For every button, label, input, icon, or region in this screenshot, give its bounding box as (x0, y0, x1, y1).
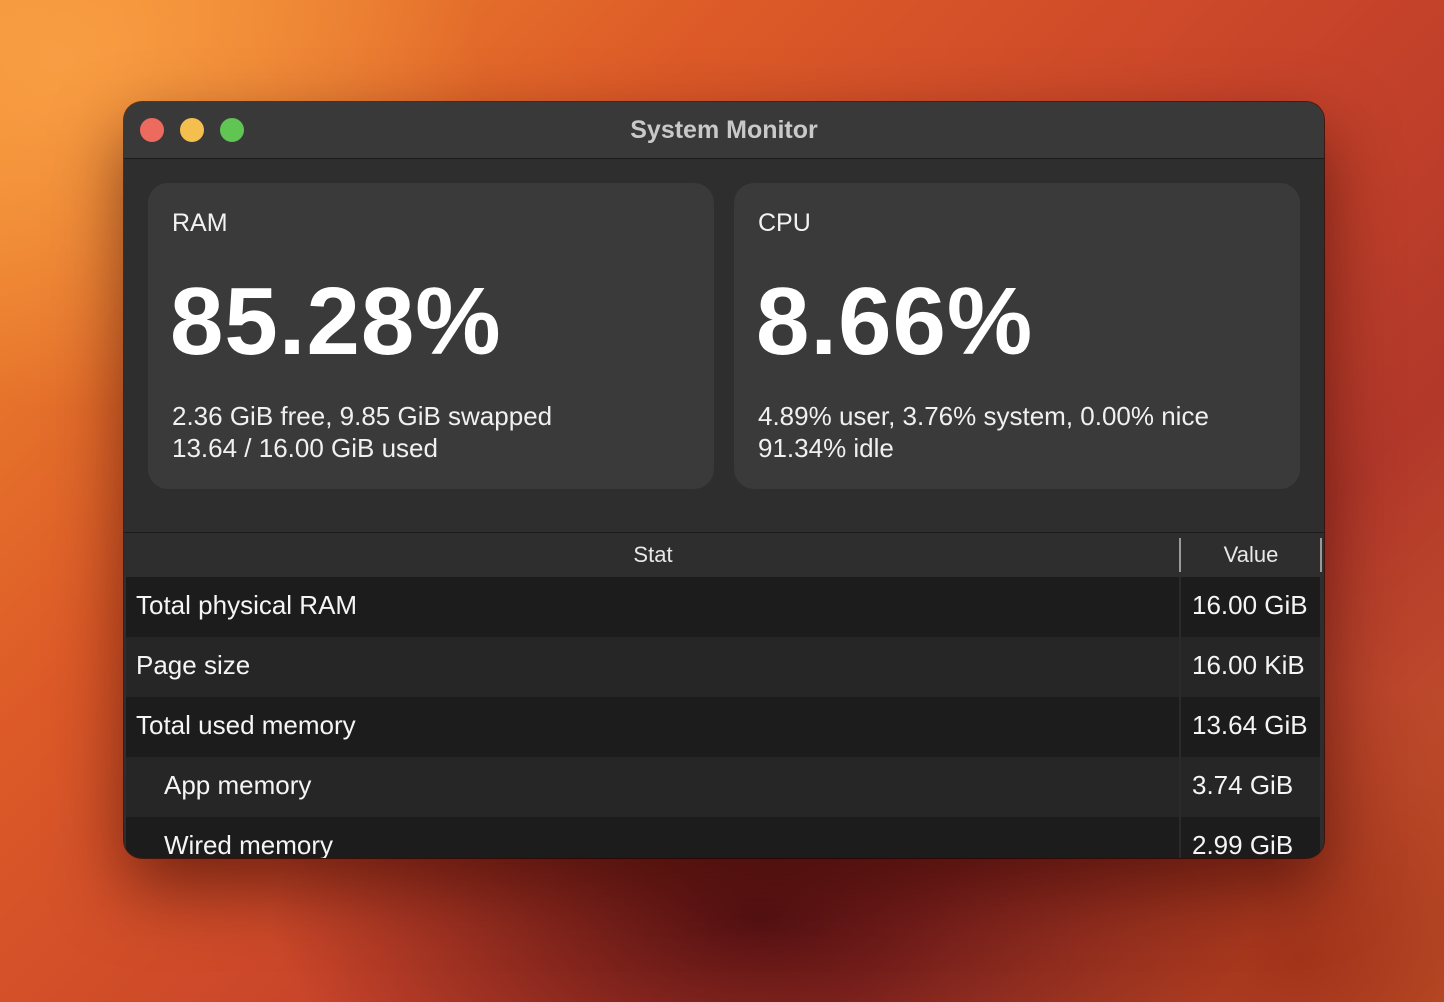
stat-value: 13.64 GiB (1192, 710, 1308, 740)
stat-name: App memory (164, 770, 312, 800)
cpu-label: CPU (758, 209, 811, 237)
system-monitor-window: System Monitor RAM 85.28% 2.36 GiB free,… (124, 102, 1324, 858)
ram-used: 13.64 / 16.00 GiB used (172, 433, 438, 463)
ram-free-swapped: 2.36 GiB free, 9.85 GiB swapped (172, 401, 553, 431)
stats-table[interactable]: Stat Value Total physical RAM 16.00 GiB … (126, 533, 1322, 858)
stat-value: 16.00 KiB (1192, 650, 1305, 680)
cpu-card: CPU 8.66% 4.89% user, 3.76% system, 0.00… (734, 183, 1300, 489)
stat-name: Total physical RAM (136, 590, 358, 620)
column-resize-handle[interactable] (1179, 538, 1181, 572)
cpu-percent: 8.66% (756, 268, 1034, 375)
column-header-stat[interactable]: Stat (126, 542, 1180, 568)
stat-value: 16.00 GiB (1192, 590, 1308, 620)
stat-value: 2.99 GiB (1192, 830, 1294, 858)
ram-card: RAM 85.28% 2.36 GiB free, 9.85 GiB swapp… (148, 183, 714, 489)
table-row[interactable]: Total physical RAM 16.00 GiB (126, 577, 1320, 637)
window-title: System Monitor (630, 116, 818, 144)
table-row[interactable]: Total used memory 13.64 GiB (126, 697, 1320, 757)
stat-name: Total used memory (136, 710, 356, 740)
column-divider (1179, 697, 1181, 757)
table-header: Stat Value (126, 533, 1322, 577)
ram-percent: 85.28% (170, 268, 502, 375)
stat-value: 3.74 GiB (1192, 770, 1294, 800)
main-content: RAM 85.28% 2.36 GiB free, 9.85 GiB swapp… (124, 159, 1324, 858)
table-row[interactable]: Wired memory 2.99 GiB (126, 817, 1320, 858)
column-divider (1179, 637, 1181, 697)
stat-name: Page size (136, 650, 251, 680)
cpu-idle: 91.34% idle (758, 433, 894, 463)
ram-label: RAM (172, 209, 228, 237)
title-bar[interactable]: System Monitor (124, 102, 1324, 159)
column-resize-handle-end[interactable] (1320, 538, 1322, 572)
cpu-breakdown: 4.89% user, 3.76% system, 0.00% nice (758, 401, 1209, 431)
column-divider (1179, 577, 1181, 637)
table-row[interactable]: App memory 3.74 GiB (126, 757, 1320, 817)
column-divider (1179, 757, 1181, 817)
column-header-value[interactable]: Value (1182, 542, 1320, 568)
column-divider (1179, 817, 1181, 858)
stat-name: Wired memory (164, 830, 334, 858)
table-row[interactable]: Page size 16.00 KiB (126, 637, 1320, 697)
